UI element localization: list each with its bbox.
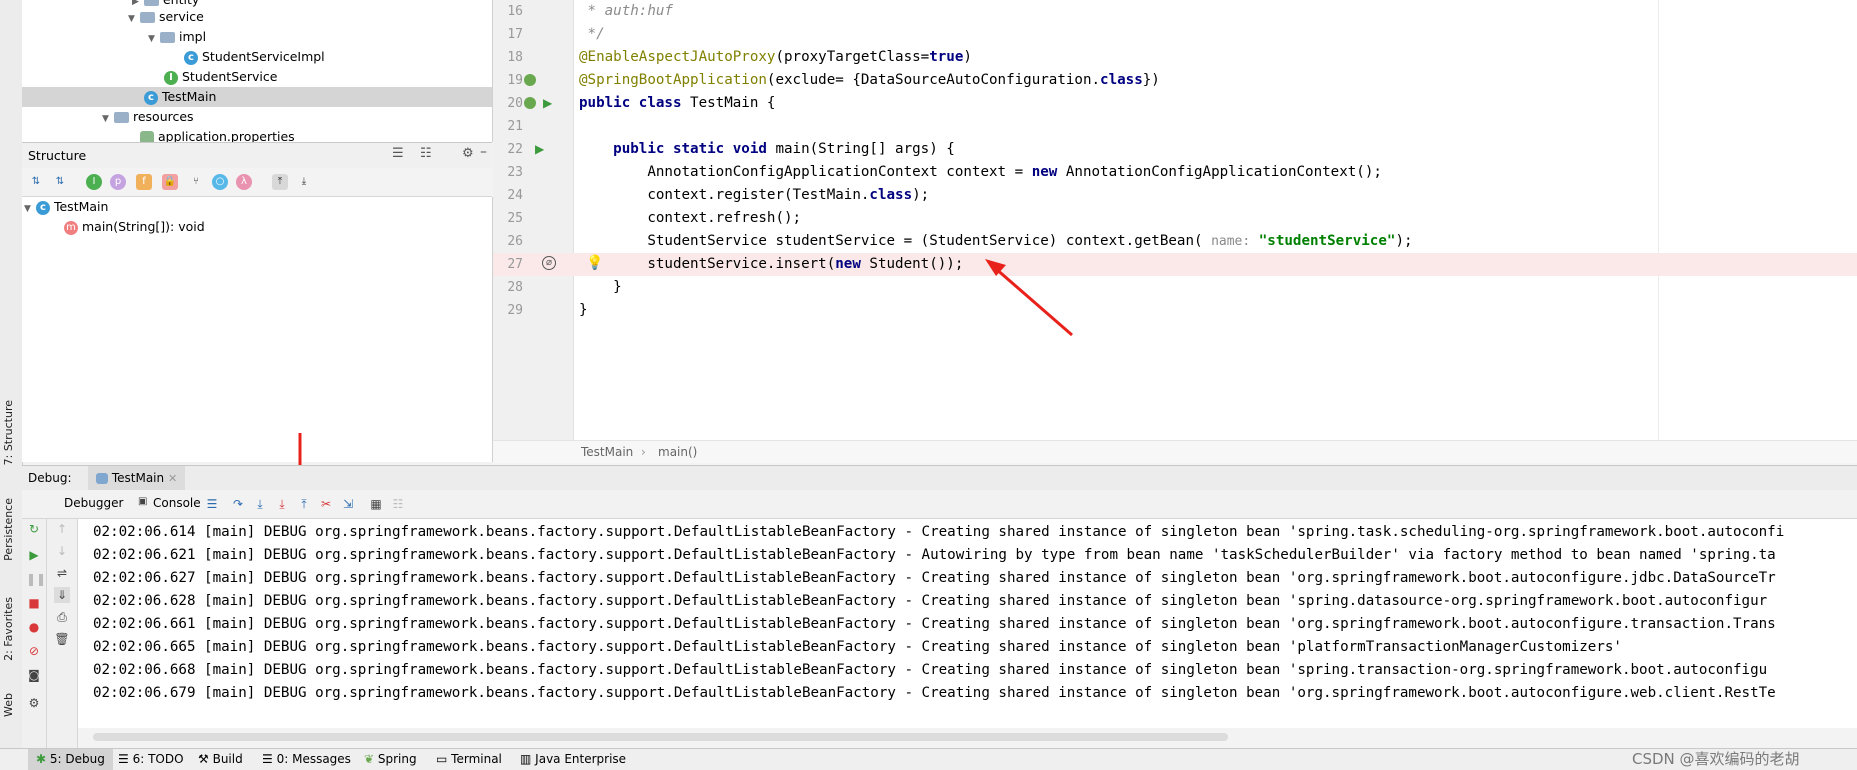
console-line: 02:02:06.614 [main] DEBUG org.springfram… <box>93 524 1785 540</box>
mute-breakpoints-icon[interactable]: ⊘ <box>26 643 42 659</box>
console-side-toolbar: ↑ ↓ ⇌ ⇓ ⎙ 🗑 <box>47 519 78 749</box>
status-tab-debug[interactable]: ✱ 5: Debug <box>28 749 113 770</box>
pause-icon[interactable]: ❚❚ <box>26 571 46 587</box>
debug-label: Debug: <box>28 471 72 485</box>
terminal-icon: ▭ <box>436 752 448 766</box>
scroll-to-end-icon[interactable]: ⇓ <box>54 587 70 603</box>
bug-icon: ✱ <box>36 752 47 766</box>
force-step-into-icon[interactable]: ⤓ <box>274 496 290 512</box>
run-to-cursor-icon[interactable]: ⇲ <box>340 496 356 512</box>
status-tab-java-enterprise[interactable]: ▥ Java Enterprise <box>520 749 626 770</box>
view-breakpoints-icon[interactable]: ● <box>26 619 42 635</box>
java-enterprise-icon: ▥ <box>520 752 532 766</box>
drop-frame-icon[interactable]: ✂ <box>318 496 334 512</box>
resume-icon[interactable]: ▶ <box>26 547 42 563</box>
step-into-icon[interactable]: ⤓ <box>252 496 268 512</box>
up-arrow-icon[interactable]: ↑ <box>54 521 70 537</box>
trace-icon[interactable]: ☷ <box>390 496 406 512</box>
status-tab-label: Build <box>212 752 243 766</box>
run-config-icon <box>96 473 108 484</box>
close-icon[interactable]: ✕ <box>168 472 177 485</box>
tab-console[interactable]: Console <box>153 496 201 510</box>
status-tab-label: 6: TODO <box>132 752 184 766</box>
step-out-icon[interactable]: ⤒ <box>296 496 312 512</box>
arrow-to-line-27 <box>994 266 1073 337</box>
rerun-icon[interactable]: ↻ <box>26 521 42 537</box>
console-line: 02:02:06.668 [main] DEBUG org.springfram… <box>93 662 1768 678</box>
debug-side-toolbar: ↻ ▶ ❚❚ ■ ● ⊘ ◙ ⚙ <box>22 519 47 749</box>
status-tab-messages[interactable]: ☰ 0: Messages <box>262 749 351 770</box>
debug-tab-bar: Debug: TestMain ✕ <box>22 465 1857 492</box>
debug-session-tab[interactable]: TestMain ✕ <box>88 466 186 492</box>
status-tab-spring[interactable]: ❦ Spring <box>364 749 417 770</box>
stop-icon[interactable]: ■ <box>26 595 42 611</box>
spring-icon: ❦ <box>364 752 375 766</box>
watermark: CSDN @喜欢编码的老胡 <box>1632 750 1800 768</box>
list-icon: ☰ <box>118 752 129 766</box>
console-line: 02:02:06.679 [main] DEBUG org.springfram… <box>93 685 1776 701</box>
breadcrumb-item[interactable]: main() <box>658 441 697 463</box>
console-line: 02:02:06.661 [main] DEBUG org.springfram… <box>93 616 1776 632</box>
console-line: 02:02:06.665 [main] DEBUG org.springfram… <box>93 639 1622 655</box>
breadcrumb: TestMain › main() <box>493 440 1857 463</box>
status-tab-todo[interactable]: ☰ 6: TODO <box>118 749 184 770</box>
chevron-right-icon: › <box>641 445 646 459</box>
soft-wrap-icon[interactable]: ⇌ <box>54 565 70 581</box>
camera-icon[interactable]: ◙ <box>26 667 42 683</box>
show-execution-point-icon[interactable]: ☰ <box>204 496 220 512</box>
console-icon: ▣ <box>138 496 148 507</box>
debug-session-label: TestMain <box>111 471 165 485</box>
status-bar: ✱ 5: Debug ☰ 6: TODO ⚒ Build ☰ 0: Messag… <box>0 748 1857 770</box>
tab-debugger[interactable]: Debugger <box>64 496 123 510</box>
print-icon[interactable]: ⎙ <box>54 609 70 625</box>
console-line: 02:02:06.628 [main] DEBUG org.springfram… <box>93 593 1768 609</box>
messages-icon: ☰ <box>262 752 273 766</box>
step-over-icon[interactable]: ↷ <box>230 496 246 512</box>
gear-icon[interactable]: ⚙ <box>26 695 42 711</box>
evaluate-expression-icon[interactable]: ▦ <box>368 496 384 512</box>
status-tab-label: 5: Debug <box>49 752 105 766</box>
hammer-icon: ⚒ <box>198 752 209 766</box>
console-line: 02:02:06.621 [main] DEBUG org.springfram… <box>93 547 1776 563</box>
status-tab-label: Terminal <box>451 752 502 766</box>
status-tab-terminal[interactable]: ▭ Terminal <box>436 749 502 770</box>
trash-icon[interactable]: 🗑 <box>54 631 70 647</box>
debug-toolbar: Debugger ▣ Console ☰ ↷ ⤓ ⤓ ⤒ ✂ ⇲ ▦ ☷ <box>22 490 1857 519</box>
breadcrumb-item[interactable]: TestMain <box>581 441 633 463</box>
down-arrow-icon[interactable]: ↓ <box>54 543 70 559</box>
status-tab-label: 0: Messages <box>276 752 351 766</box>
horizontal-scrollbar[interactable] <box>93 733 1228 741</box>
console-line: 02:02:06.627 [main] DEBUG org.springfram… <box>93 570 1776 586</box>
status-tab-label: Spring <box>377 752 417 766</box>
status-tab-label: Java Enterprise <box>535 752 627 766</box>
status-tab-build[interactable]: ⚒ Build <box>198 749 243 770</box>
